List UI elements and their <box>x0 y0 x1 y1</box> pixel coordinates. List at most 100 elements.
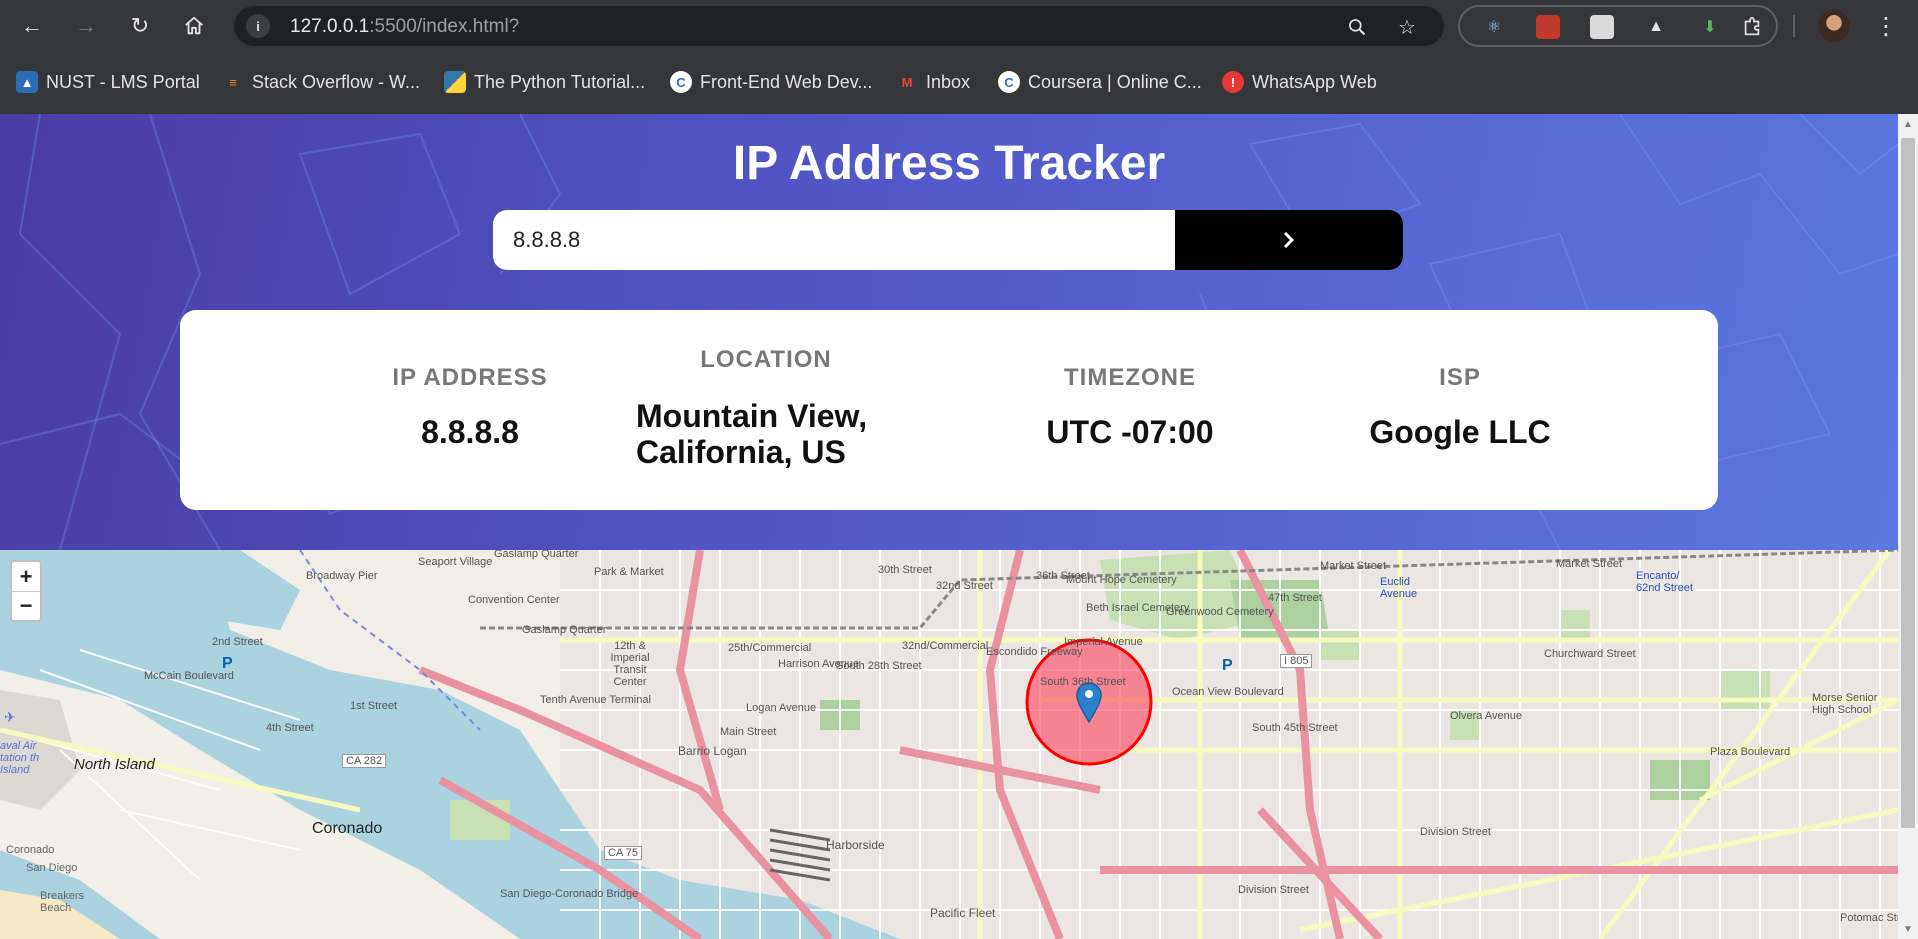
extension-red-icon[interactable] <box>1536 15 1560 39</box>
map-label: Olvera Avenue <box>1450 710 1522 722</box>
page-title: IP Address Tracker <box>732 137 1166 190</box>
location-line-2: California, US <box>636 434 846 470</box>
zoom-icon[interactable] <box>1344 14 1370 40</box>
map-label: Ocean View Boulevard <box>1172 686 1284 698</box>
map-label: Division Street <box>1420 826 1491 838</box>
home-icon <box>185 16 203 35</box>
url-path: :5500/index.html? <box>369 16 520 37</box>
site-info-icon[interactable]: i <box>246 14 270 38</box>
map-label: 2nd Street <box>212 636 263 648</box>
map-label: 32nd Street <box>936 580 993 592</box>
stat-label: TIMEZONE <box>1064 364 1196 391</box>
map-label: 47th Street <box>1268 592 1322 604</box>
forward-button[interactable]: → <box>70 10 102 42</box>
bookmark-whatsapp[interactable]: ! WhatsApp Web <box>1222 69 1377 95</box>
map-label: Escondido Freeway <box>986 646 1083 658</box>
chevron-right-icon <box>1283 231 1295 249</box>
ip-search-input[interactable] <box>493 210 1175 270</box>
map-label: Coronado <box>312 820 383 837</box>
stat-location: LOCATION Mountain View, California, US <box>636 346 896 470</box>
browser-chrome: ← → ↻ i 127.0.0.1:5500/index.html? ☆ ⚛ ▲… <box>0 0 1918 114</box>
address-bar[interactable]: i 127.0.0.1:5500/index.html? ☆ <box>234 6 1444 46</box>
reload-button[interactable]: ↻ <box>124 10 156 42</box>
map-label: McCain Boulevard <box>144 670 234 682</box>
toolbar-separator <box>1793 15 1795 37</box>
bookmark-python[interactable]: The Python Tutorial... <box>444 69 645 95</box>
ip-info-card: IP ADDRESS 8.8.8.8 LOCATION Mountain Vie… <box>180 310 1718 510</box>
browser-toolbar: ← → ↻ i 127.0.0.1:5500/index.html? ☆ ⚛ ▲… <box>0 0 1918 52</box>
stat-ip-address: IP ADDRESS 8.8.8.8 <box>350 364 590 450</box>
address-url[interactable]: 127.0.0.1:5500/index.html? <box>290 16 519 38</box>
page-scrollbar[interactable]: ▲ ▼ <box>1898 114 1918 939</box>
url-host: 127.0.0.1 <box>290 16 370 37</box>
map-label: Gaslamp Quarter <box>494 550 579 560</box>
map-view[interactable]: P P ✈ Seaport Village Gaslamp Quarter Pa… <box>0 550 1898 939</box>
map-label: 1st Street <box>350 700 398 712</box>
more-menu-icon[interactable]: ⋮ <box>1874 10 1898 42</box>
page-content: IP Address Tracker IP ADDRESS 8.8.8.8 LO… <box>0 114 1898 939</box>
bookmark-inbox[interactable]: M Inbox <box>896 69 970 95</box>
bookmark-label: NUST - LMS Portal <box>46 71 200 92</box>
map-label: North Island <box>74 756 155 773</box>
map-label: I 805 <box>1280 654 1313 668</box>
map-label: San Diego-Coronado Bridge <box>500 888 639 900</box>
gmail-icon: M <box>901 74 913 90</box>
stat-isp: ISP Google LLC <box>1340 364 1580 450</box>
extension-gray-icon[interactable] <box>1590 15 1614 39</box>
back-button[interactable]: ← <box>16 10 48 42</box>
map-label: Market Street <box>1320 560 1387 572</box>
map-label: South 28th Street <box>836 660 922 672</box>
scroll-thumb[interactable] <box>1901 138 1915 828</box>
map-label: Park & Market <box>594 566 664 578</box>
map-label: South 45th Street <box>1252 722 1338 734</box>
zoom-control: + − <box>10 560 42 622</box>
react-devtools-icon[interactable]: ⚛ <box>1482 15 1506 39</box>
stat-timezone: TIMEZONE UTC -07:00 <box>1010 364 1250 450</box>
alert-icon: ! <box>1222 71 1244 93</box>
location-line-1: Mountain View, <box>636 398 868 434</box>
zoom-out-button[interactable]: − <box>12 591 40 620</box>
bookmark-stackoverflow[interactable]: ≡ Stack Overflow - W... <box>222 69 420 95</box>
map-label: Seaport Village <box>418 556 493 568</box>
scroll-down-arrow[interactable]: ▼ <box>1898 919 1918 939</box>
bookmark-label: Stack Overflow - W... <box>252 71 421 92</box>
bookmark-frontend[interactable]: C Front-End Web Dev... <box>670 69 872 95</box>
bookmark-label: The Python Tutorial... <box>474 71 646 92</box>
stat-value: UTC -07:00 <box>1046 414 1214 450</box>
map-label: 12th & Imperial Transit Center <box>610 640 650 688</box>
download-extension-icon[interactable]: ⬇ <box>1698 15 1722 39</box>
ip-search-form <box>493 210 1403 270</box>
bookmark-label: Inbox <box>926 71 971 92</box>
scroll-up-arrow[interactable]: ▲ <box>1898 114 1918 134</box>
arrow-right-icon: → <box>75 13 97 38</box>
map-label: Morse Senior High School <box>1812 692 1878 716</box>
map-label: Greenwood Cemetery <box>1166 606 1274 618</box>
map-label: Barrio Logan <box>678 744 747 758</box>
map-label: Division Street <box>1238 884 1309 896</box>
map-label: Broadway Pier <box>306 570 378 582</box>
bookmark-star-icon[interactable]: ☆ <box>1394 14 1420 40</box>
extension-mountain-icon[interactable]: ▲ <box>1644 15 1668 39</box>
home-button[interactable] <box>178 10 210 42</box>
stat-label: IP ADDRESS <box>392 364 548 391</box>
zoom-in-button[interactable]: + <box>12 562 40 591</box>
graduation-cap-icon: ▲ <box>16 71 38 93</box>
profile-avatar[interactable] <box>1818 10 1850 42</box>
map-label: 30th Street <box>878 564 932 576</box>
map-label: Euclid Avenue <box>1380 576 1418 600</box>
search-submit-button[interactable] <box>1175 210 1403 270</box>
stat-value: Google LLC <box>1369 414 1551 450</box>
parking-icon: P <box>1222 657 1233 674</box>
map-label: 36th Street <box>1036 570 1090 582</box>
map-label: Coronado <box>6 844 55 856</box>
map-label: 4th Street <box>266 722 314 734</box>
map-label: Harborside <box>826 838 885 852</box>
map-label: Main Street <box>720 726 777 738</box>
bookmark-nust[interactable]: ▲ NUST - LMS Portal <box>16 69 200 95</box>
stat-label: LOCATION <box>700 346 832 373</box>
map-label: Pacific Fleet <box>930 906 996 920</box>
coursera-icon: C <box>670 71 692 93</box>
extensions-puzzle-icon[interactable] <box>1740 15 1764 39</box>
reload-icon: ↻ <box>130 13 150 38</box>
bookmark-coursera[interactable]: C Coursera | Online C... <box>998 69 1202 95</box>
